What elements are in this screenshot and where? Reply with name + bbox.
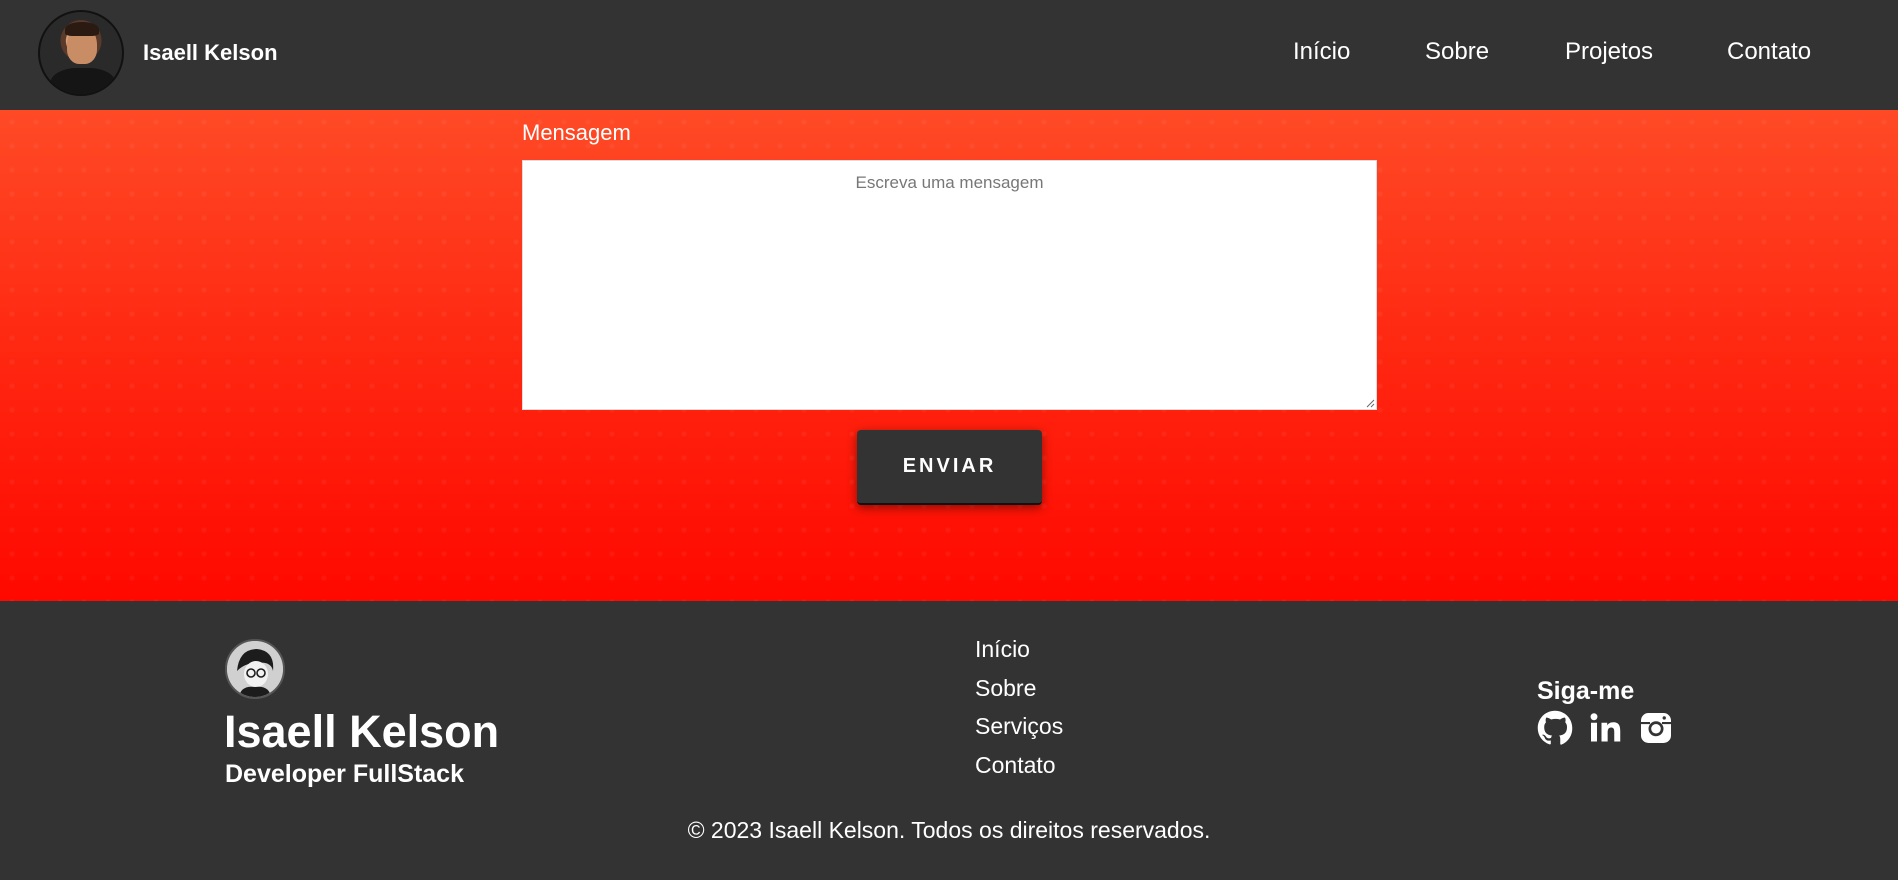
- nav-link-contato[interactable]: Contato: [1727, 38, 1811, 66]
- footer-link-inicio[interactable]: Início: [975, 636, 1030, 663]
- nav-link-inicio[interactable]: Início: [1293, 38, 1350, 66]
- footer-name: Isaell Kelson: [224, 706, 500, 757]
- github-icon[interactable]: [1537, 710, 1573, 746]
- footer-role: Developer FullStack: [225, 760, 464, 788]
- send-button[interactable]: ENVIAR: [857, 430, 1042, 505]
- main-nav: Início Sobre Projetos Contato: [0, 38, 1898, 68]
- footer-link-sobre[interactable]: Sobre: [975, 675, 1036, 702]
- copyright-text: © 2023 Isaell Kelson. Todos os direitos …: [687, 817, 1211, 843]
- avatar-body: [50, 68, 116, 94]
- footer-link-contato[interactable]: Contato: [975, 752, 1056, 779]
- message-label: Mensagem: [522, 120, 631, 145]
- follow-label: Siga-me: [1537, 677, 1635, 705]
- resize-grip-icon[interactable]: [1365, 398, 1375, 408]
- linkedin-icon[interactable]: [1588, 710, 1624, 746]
- footer-link-servicos[interactable]: Serviços: [975, 713, 1063, 740]
- instagram-icon[interactable]: [1638, 710, 1674, 746]
- nav-link-projetos[interactable]: Projetos: [1565, 38, 1653, 66]
- nav-link-sobre[interactable]: Sobre: [1425, 38, 1489, 66]
- footer-avatar: [225, 639, 285, 699]
- avatar-hair: [65, 22, 99, 36]
- message-textarea[interactable]: [522, 160, 1377, 410]
- site-header: Isaell Kelson Início Sobre Projetos Cont…: [0, 0, 1898, 110]
- cartoon-avatar-icon: [227, 641, 283, 697]
